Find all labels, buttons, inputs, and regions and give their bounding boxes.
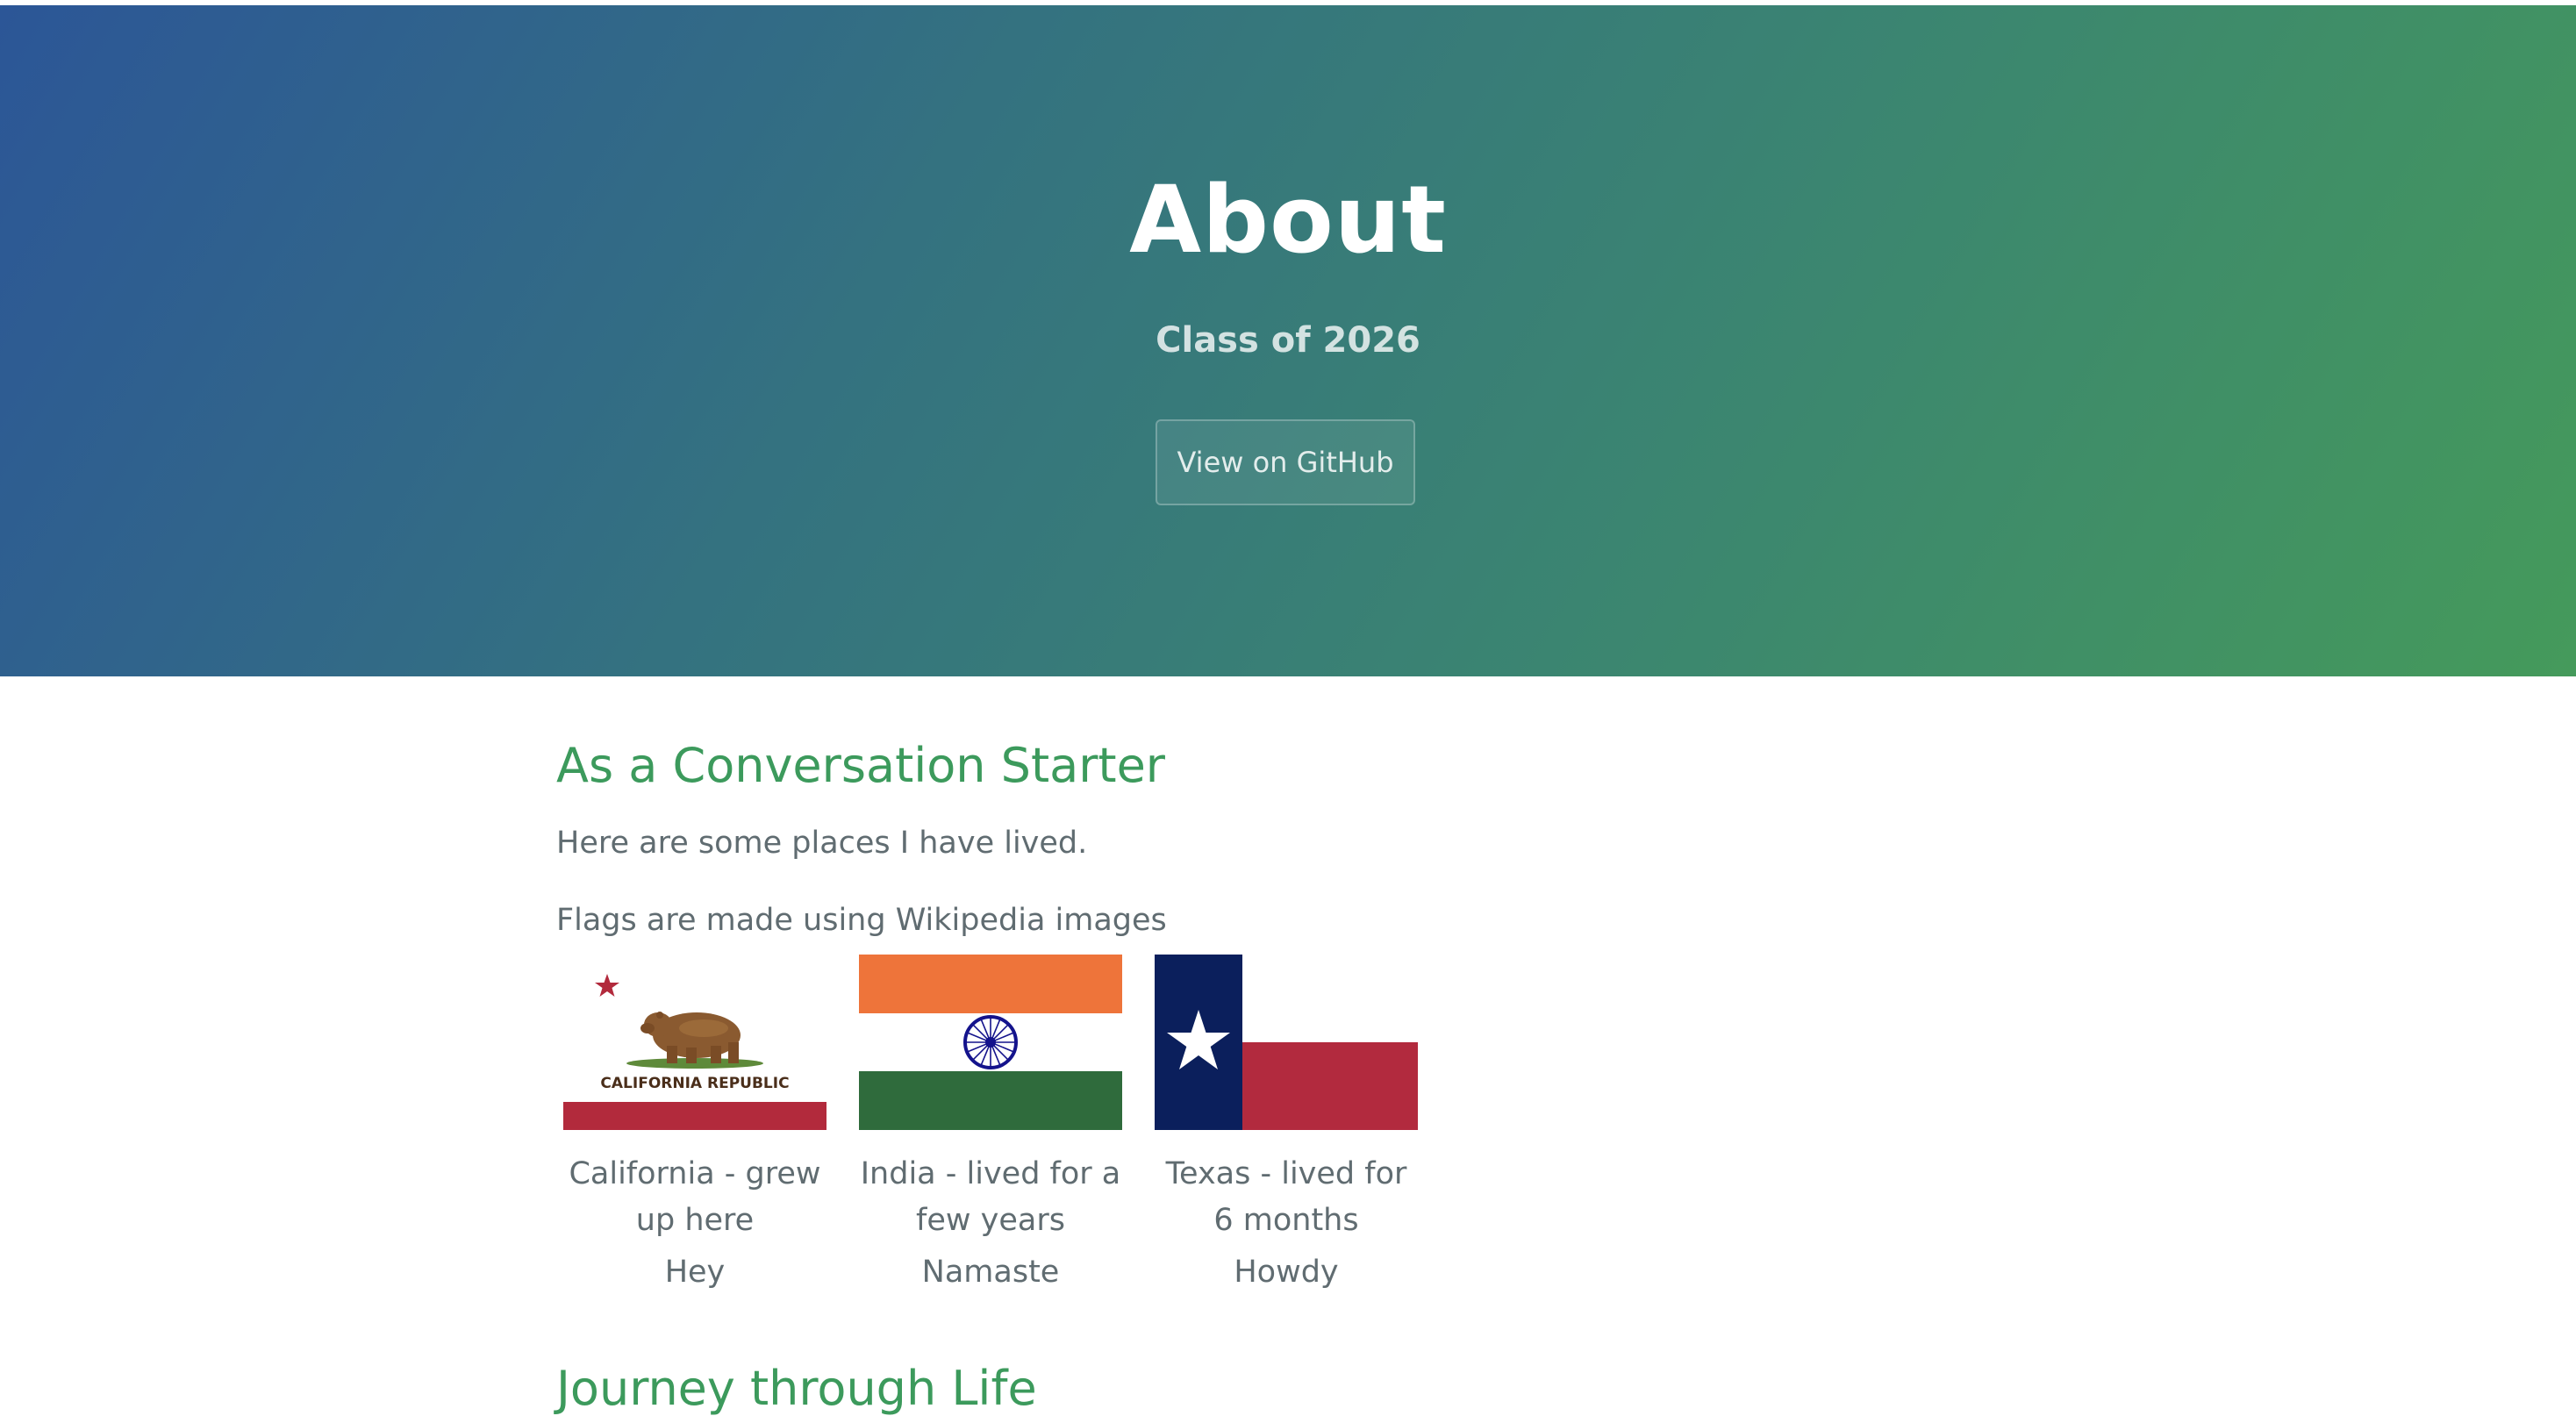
flag-caption-india: India - lived for a few years: [860, 1156, 1121, 1238]
page-title: About: [1129, 166, 1447, 274]
view-on-github-button[interactable]: View on GitHub: [1156, 419, 1415, 505]
flag-card-texas: Texas - lived for 6 months Howdy: [1155, 955, 1418, 1293]
section-heading-journey: Journey through Life: [556, 1361, 1037, 1416]
flags-note-text: Flags are made using Wikipedia images: [556, 903, 1167, 938]
flag-greeting-california: Hey: [664, 1255, 726, 1290]
places-intro-text: Here are some places I have lived.: [556, 826, 1088, 861]
flag-card-india: India - lived for a few years Namaste: [859, 955, 1122, 1293]
flag-greeting-india: Namaste: [921, 1255, 1060, 1290]
india-flag-icon: [859, 955, 1122, 1130]
california-flag-icon: CALIFORNIA REPUBLIC: [563, 955, 826, 1130]
flag-greeting-texas: Howdy: [1234, 1255, 1339, 1290]
flag-caption-california: California - grew up here: [569, 1156, 821, 1238]
flag-caption-texas: Texas - lived for 6 months: [1165, 1156, 1407, 1238]
california-flag-text: CALIFORNIA REPUBLIC: [600, 1075, 789, 1092]
section-heading-conversation-starter: As a Conversation Starter: [556, 738, 1166, 793]
page-tagline: Class of 2026: [1156, 320, 1420, 361]
texas-flag-icon: [1155, 955, 1418, 1130]
page-header: About Class of 2026 View on GitHub: [0, 5, 2576, 676]
flag-card-california: CALIFORNIA REPUBLIC California - grew up…: [563, 955, 826, 1293]
